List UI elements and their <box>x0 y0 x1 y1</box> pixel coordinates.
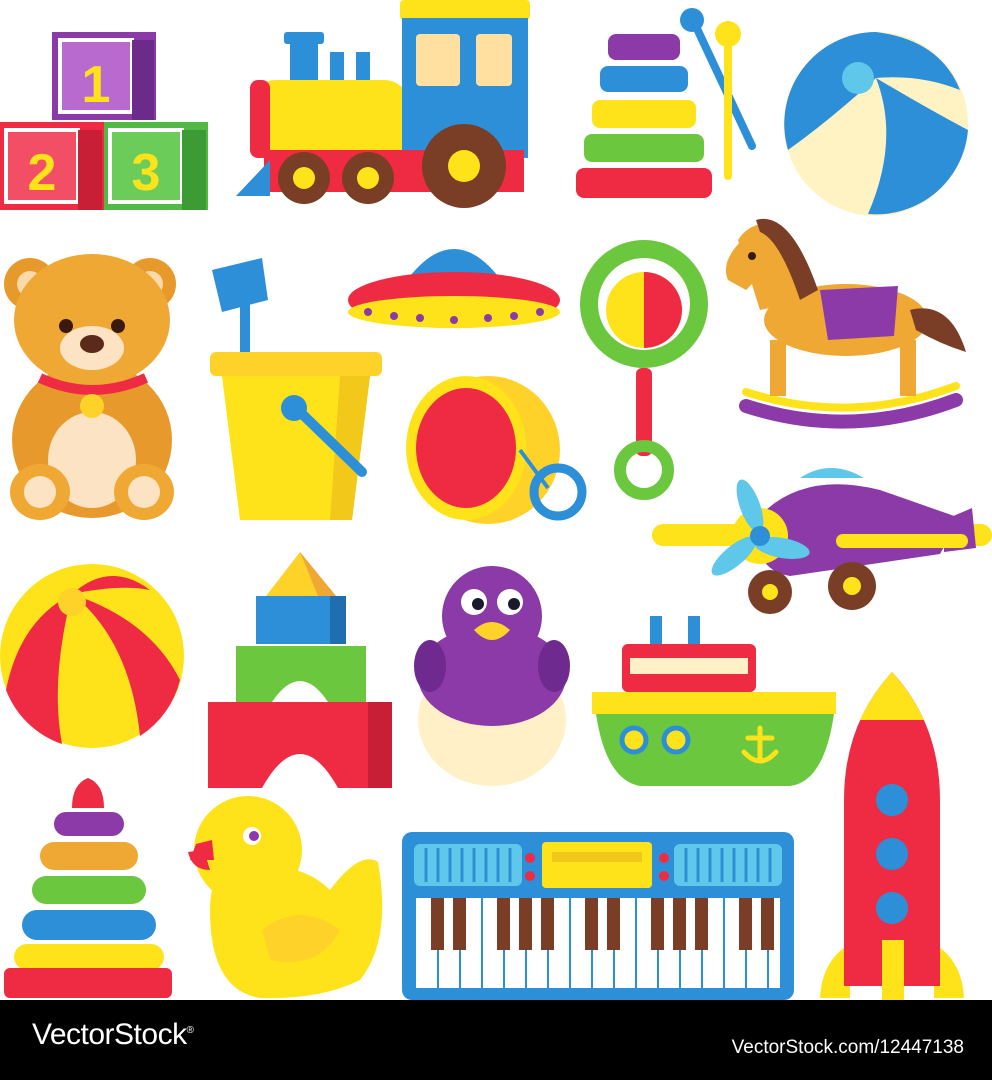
watermark-bar: VectorStock® VectorStock.com/12447138 <box>0 1000 992 1080</box>
pyramid-icon <box>4 778 172 998</box>
alphabet-blocks-icon: 1 2 3 <box>0 32 208 210</box>
teddy-bear-icon <box>4 254 176 520</box>
brand-label: VectorStock <box>32 1018 187 1051</box>
boat-icon <box>592 616 836 786</box>
duck-icon <box>188 796 383 999</box>
blocks-icon <box>208 552 392 788</box>
vectorstock-logo: VectorStock® <box>32 1018 194 1052</box>
ball-icon <box>0 564 184 748</box>
toys-illustration: 1 2 3 <box>0 0 992 1000</box>
rocking-horse-icon <box>725 218 966 429</box>
block-digit-1: 1 <box>82 56 111 114</box>
yoyo-icon <box>406 376 587 524</box>
rattle-icon <box>580 240 708 500</box>
penguin-icon <box>414 566 570 786</box>
rocket-icon <box>820 672 964 1000</box>
piano-icon <box>402 832 794 1000</box>
airplane-icon <box>652 468 992 614</box>
registered-mark: ® <box>186 1025 194 1036</box>
block-digit-3: 3 <box>132 144 161 202</box>
ufo-icon <box>348 249 560 328</box>
block-digit-2: 2 <box>28 144 57 202</box>
ball-icon <box>784 32 968 216</box>
image-credit: VectorStock.com/12447138 <box>731 1037 964 1058</box>
train-icon <box>236 0 530 208</box>
xylophone-icon <box>576 8 756 198</box>
